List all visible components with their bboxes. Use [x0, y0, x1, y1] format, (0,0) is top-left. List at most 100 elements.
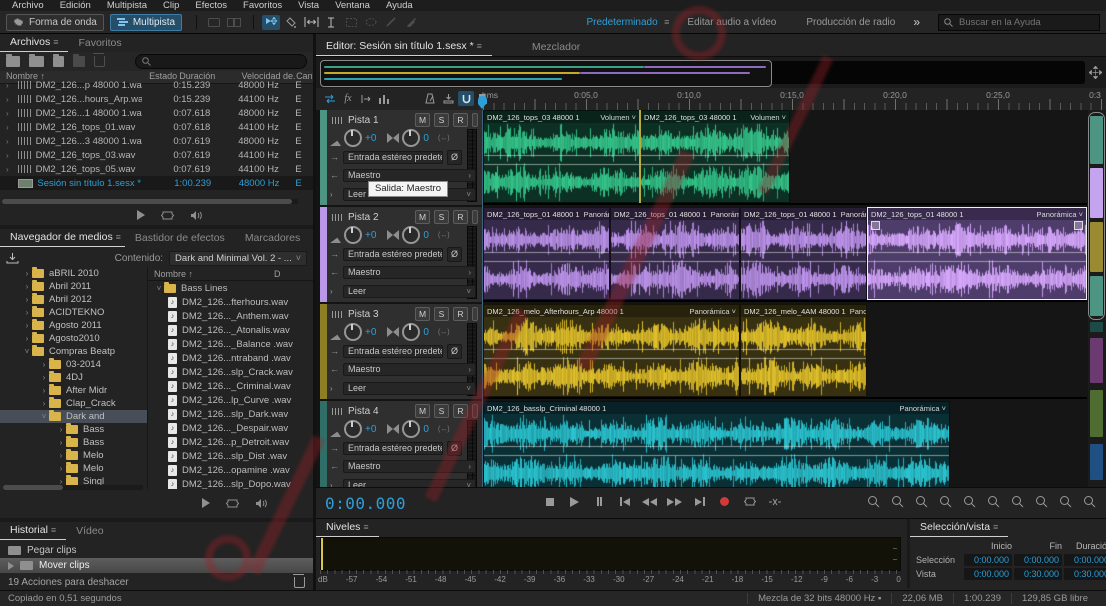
preview-play-icon[interactable] [137, 210, 145, 220]
tab-seleccion-vista[interactable]: Selección/vista ≡ [910, 519, 1008, 537]
audio-clip[interactable]: DM2_126_melo_4AM 48000 1 Panorámica ˅ [740, 304, 867, 397]
audio-clip[interactable]: DM2_126_tops_01 48000 1 Panorámica ˅ [483, 207, 610, 300]
tree-folder-compras-beatp[interactable]: ˅Compras Beatp [0, 345, 147, 358]
media-file-row[interactable]: ♪DM2_126...slp_Dist .wav [148, 449, 313, 463]
file-row[interactable]: › DM2_126...1 48000 1.wav 0:07.618 48000… [0, 106, 313, 120]
pan-scroll-icon[interactable] [1089, 66, 1102, 79]
mute-button[interactable]: M [415, 404, 430, 418]
skip-selection-button[interactable] [766, 493, 783, 510]
panel-menu-icon[interactable]: ≡ [363, 522, 368, 532]
rewind-button[interactable] [641, 493, 658, 510]
clear-history-trash-icon[interactable] [294, 577, 305, 588]
track-lane[interactable]: DM2_126_basslp_Criminal 48000 1 Panorámi… [483, 401, 1087, 487]
clip-envelope-mode[interactable]: Panorámica ˅ [841, 210, 866, 219]
volume-knob[interactable] [344, 129, 362, 147]
pause-button[interactable] [591, 493, 608, 510]
solo-button[interactable]: S [434, 210, 449, 224]
expander-icon[interactable]: › [6, 151, 18, 160]
tree-folder-03-2014[interactable]: ›03-2014 [0, 358, 147, 371]
expand-icon[interactable]: › [56, 451, 66, 460]
expander-icon[interactable]: › [6, 123, 18, 132]
collapse-icon[interactable]: ˅ [39, 412, 49, 421]
input-selector[interactable]: Entrada estéreo predete› [343, 442, 443, 455]
volume-value[interactable]: +0 [365, 133, 376, 144]
import-file-icon[interactable] [29, 56, 44, 67]
media-file-row[interactable]: ♪DM2_126...slp_Crack.wav [148, 365, 313, 379]
monitor-input-button[interactable]: . [472, 210, 478, 224]
output-selector[interactable]: Maestro› [343, 460, 476, 473]
session-file-row[interactable]: Sesión sin título 1.sesx * 1:00.239 4800… [0, 176, 313, 190]
clip-title-bar[interactable]: DM2_126_tops_01 48000 1 Panorámica ˅ [868, 208, 1086, 220]
pan-knob[interactable] [402, 129, 420, 147]
loop-playback-icon[interactable] [161, 210, 174, 221]
menu-multipista[interactable]: Multipista [99, 0, 155, 11]
media-file-row[interactable]: ♪DM2_126...lp_Curve .wav [148, 393, 313, 407]
column-nombre[interactable]: Nombre ↑ [154, 269, 274, 279]
file-row[interactable]: › DM2_126_tops_05.wav 0:07.619 44100 Hz … [0, 162, 313, 176]
clip-title-bar[interactable]: DM2_126_tops_03 48000 1 Volumen ˅ [484, 111, 639, 123]
playhead-time-display[interactable]: 0:00.000 [325, 494, 406, 513]
menu-archivo[interactable]: Archivo [4, 0, 52, 11]
column-duracion[interactable]: D [274, 269, 281, 279]
playhead-handle[interactable] [478, 96, 487, 108]
help-search-box[interactable] [938, 14, 1100, 31]
zoom-in-left-edge-button[interactable] [913, 493, 930, 510]
phase-toggle-button[interactable]: Ø [447, 441, 462, 456]
track-lane[interactable]: DM2_126_tops_01 48000 1 Panorámica ˅ DM2… [483, 207, 1087, 302]
files-horizontal-scrollbar[interactable] [2, 199, 298, 204]
clip-envelope-mode[interactable]: Volumen ˅ [600, 113, 636, 122]
panel-menu-icon[interactable]: ≡ [477, 41, 482, 51]
track-name[interactable]: Pista 1 [348, 115, 379, 126]
input-selector[interactable]: Entrada estéreo predete› [343, 248, 443, 261]
media-file-row[interactable]: ♪DM2_126..._Balance .wav [148, 337, 313, 351]
media-file-row[interactable]: ♪DM2_126..._Despair.wav [148, 421, 313, 435]
clip-envelope-mode[interactable]: Volumen ˅ [750, 113, 786, 122]
history-item-mover-clips[interactable]: Mover clips [0, 558, 313, 573]
media-file-row[interactable]: ♪DM2_126...slp_Dark.wav [148, 407, 313, 421]
zoom-reset-button[interactable] [1057, 493, 1074, 510]
media-file-row[interactable]: ♪DM2_126...slp_Dopo.wav [148, 477, 313, 489]
slip-tool-button[interactable] [302, 15, 320, 30]
tree-folder-melo[interactable]: ›Melo [0, 449, 147, 462]
marquee-selection-tool-button[interactable] [342, 15, 360, 30]
multitrack-view-button[interactable]: Multipista [110, 14, 182, 31]
tree-folder-abril-2012[interactable]: ›Abril 2012 [0, 293, 147, 306]
media-file-row[interactable]: ♪DM2_126..._Atonalis.wav [148, 323, 313, 337]
zoom-selection-horizontal-button[interactable] [1033, 493, 1050, 510]
file-row[interactable]: › DM2_126...3 48000 1.wav 0:07.619 48000… [0, 134, 313, 148]
track-name[interactable]: Pista 2 [348, 212, 379, 223]
tab-historial[interactable]: Historial ≡ [0, 522, 66, 540]
go-to-start-button[interactable] [616, 493, 633, 510]
solo-button[interactable]: S [434, 404, 449, 418]
audio-clip-selected[interactable]: DM2_126_tops_01 48000 1 Panorámica ˅ [867, 207, 1087, 300]
vertical-track-scrollbar[interactable] [1088, 110, 1106, 487]
volume-value[interactable]: +0 [365, 230, 376, 241]
content-dropdown[interactable]: Dark and Minimal Vol. 2 - ...˅ [169, 251, 307, 266]
panel-menu-icon[interactable]: ≡ [993, 522, 998, 532]
metronome-icon[interactable] [422, 91, 438, 106]
play-button[interactable] [566, 493, 583, 510]
clip-envelope-mode[interactable]: Panorámica ˅ [850, 307, 866, 316]
expander-icon[interactable]: › [6, 109, 18, 118]
track-sends-toggle-icon[interactable] [358, 91, 374, 106]
expand-icon[interactable]: › [22, 321, 32, 330]
clip-envelope-mode[interactable]: Panorámica ˅ [690, 307, 736, 316]
media-file-row[interactable]: ♪DM2_126...p_Detroit.wav [148, 435, 313, 449]
volume-value[interactable]: +0 [365, 424, 376, 435]
expander-icon[interactable]: › [6, 165, 18, 174]
timeline-ruler-row[interactable]: fx hms 0:05,00:10,00:15,00:20,00:25,00:3 [316, 88, 1106, 111]
file-row[interactable]: › DM2_126...hours_Arp.wav 0:15.239 44100… [0, 92, 313, 106]
volume-knob[interactable] [344, 323, 362, 341]
automation-expander-icon[interactable]: › [330, 287, 339, 296]
pan-value[interactable]: 0 [423, 230, 429, 241]
menu-clip[interactable]: Clip [155, 0, 187, 11]
clip-title-bar[interactable]: DM2_126_tops_01 48000 1 Panorámica ˅ [484, 208, 609, 220]
volume-knob[interactable] [344, 420, 362, 438]
zoom-selection-button[interactable] [961, 493, 978, 510]
automation-mode-dropdown[interactable]: Leer˅ [343, 479, 476, 488]
workspace-overflow-chevron[interactable]: » [913, 15, 920, 29]
waveform-view-button[interactable]: Forma de onda [6, 14, 104, 31]
output-selector[interactable]: Maestro› [343, 363, 476, 376]
collapse-icon[interactable]: ˅ [154, 284, 164, 293]
tree-folder-clap-crack[interactable]: ›Clap_Crack [0, 397, 147, 410]
